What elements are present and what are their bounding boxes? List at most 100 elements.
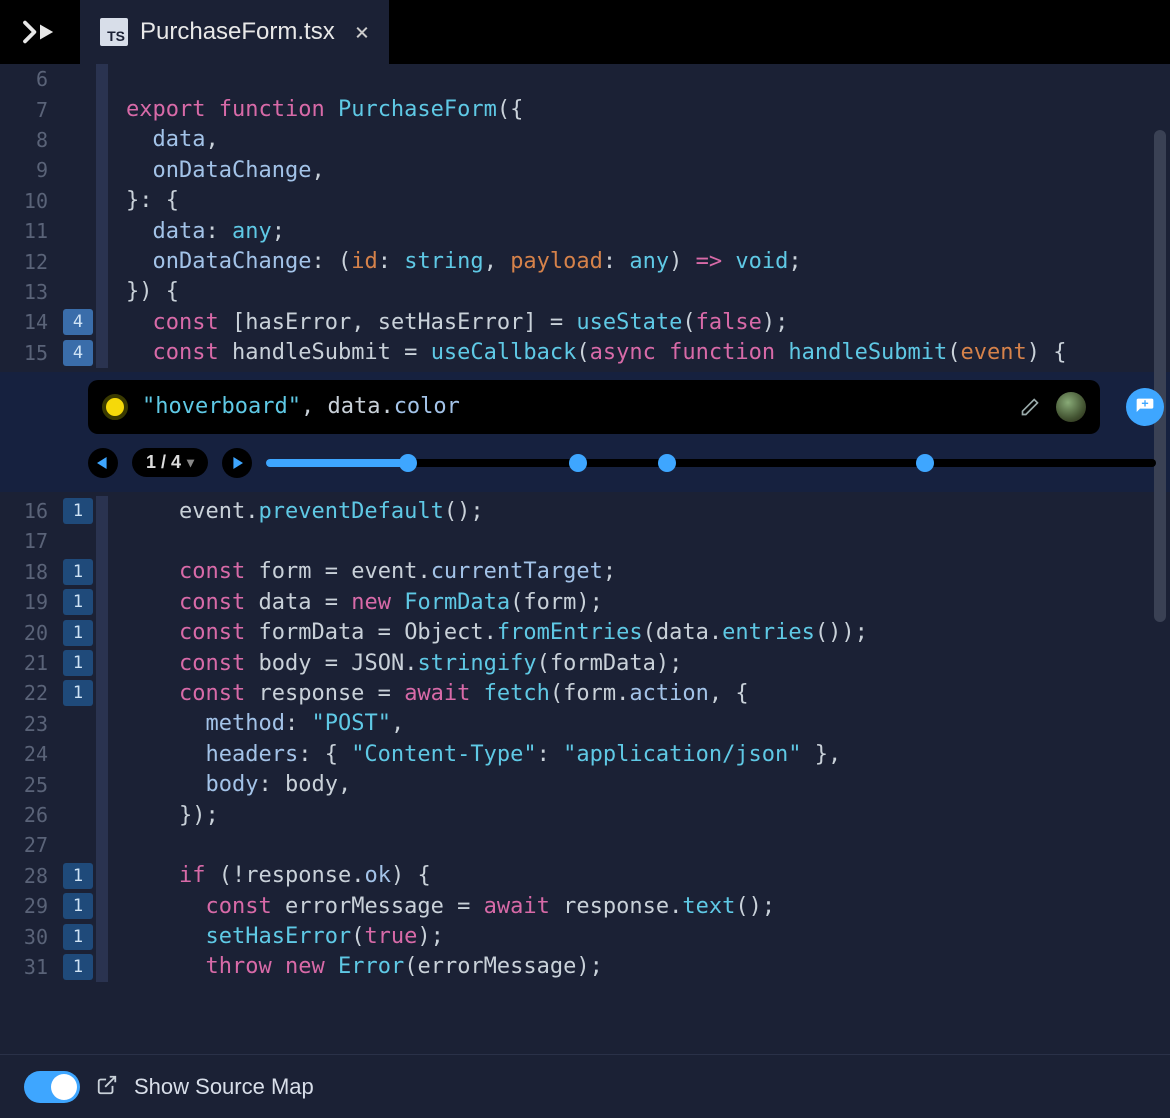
gutter-strip (96, 587, 108, 617)
hit-count-badge[interactable]: 1 (63, 863, 93, 889)
code-line[interactable]: 154 const handleSubmit = useCallback(asy… (0, 338, 1170, 368)
timeline-marker[interactable] (399, 454, 417, 472)
code-line[interactable]: 24 headers: { "Content-Type": "applicati… (0, 739, 1170, 769)
code-line[interactable]: 281 if (!response.ok) { (0, 861, 1170, 891)
hit-count-column: 4 (60, 307, 96, 337)
code-content: setHasError(true); (108, 924, 444, 949)
print-statement-bar[interactable]: "hoverboard", data.color (88, 380, 1100, 434)
code-content: const formData = Object.fromEntries(data… (108, 620, 868, 645)
code-line[interactable]: 201 const formData = Object.fromEntries(… (0, 617, 1170, 647)
code-line[interactable]: 191 const data = new FormData(form); (0, 587, 1170, 617)
code-line[interactable]: 17 (0, 526, 1170, 556)
user-avatar[interactable] (1056, 392, 1086, 422)
code-content: onDataChange, (108, 158, 325, 183)
code-line[interactable]: 144 const [hasError, setHasError] = useS… (0, 307, 1170, 337)
hit-count-column (60, 830, 96, 860)
code-line[interactable]: 23 method: "POST", (0, 709, 1170, 739)
code-content: const body = JSON.stringify(formData); (108, 651, 682, 676)
edit-icon[interactable] (1018, 395, 1042, 419)
code-line[interactable]: 7export function PurchaseForm({ (0, 94, 1170, 124)
line-number: 8 (0, 128, 60, 152)
source-map-toggle[interactable] (24, 1071, 80, 1103)
code-line[interactable]: 11 data: any; (0, 216, 1170, 246)
hit-count-badge[interactable]: 1 (63, 954, 93, 980)
code-line[interactable]: 211 const body = JSON.stringify(formData… (0, 648, 1170, 678)
line-number: 17 (0, 529, 60, 553)
hit-count-badge[interactable]: 1 (63, 589, 93, 615)
line-number: 6 (0, 67, 60, 91)
gutter-strip (96, 891, 108, 921)
hit-count-badge[interactable]: 1 (63, 620, 93, 646)
hit-count-column (60, 155, 96, 185)
code-content: }) { (108, 279, 179, 304)
timeline-marker[interactable] (658, 454, 676, 472)
hit-counter[interactable]: 1 / 4 ▾ (132, 448, 208, 477)
gutter-strip (96, 277, 108, 307)
code-line[interactable]: 26 }); (0, 800, 1170, 830)
close-icon[interactable]: × (347, 18, 369, 46)
hit-count-column (60, 769, 96, 799)
gutter-strip (96, 678, 108, 708)
gutter-strip (96, 861, 108, 891)
gutter-strip (96, 64, 108, 94)
code-line[interactable]: 13}) { (0, 277, 1170, 307)
prev-hit-button[interactable] (88, 448, 118, 478)
code-content: if (!response.ok) { (108, 863, 431, 888)
code-editor[interactable]: 67export function PurchaseForm({8 data,9… (0, 64, 1170, 1054)
code-content: export function PurchaseForm({ (108, 97, 523, 122)
hit-count-column: 1 (60, 648, 96, 678)
code-line[interactable]: 9 onDataChange, (0, 155, 1170, 185)
hit-count-badge[interactable]: 1 (63, 650, 93, 676)
code-line[interactable]: 27 (0, 830, 1170, 860)
code-content: method: "POST", (108, 711, 404, 736)
code-line[interactable]: 301 setHasError(true); (0, 921, 1170, 951)
hit-count-badge[interactable]: 1 (63, 924, 93, 950)
timeline-track[interactable] (266, 459, 1156, 467)
svg-text:+: + (1141, 397, 1148, 410)
hit-count-badge[interactable]: 1 (63, 559, 93, 585)
hit-count-column (60, 186, 96, 216)
hit-count-badge[interactable]: 1 (63, 498, 93, 524)
next-hit-button[interactable] (222, 448, 252, 478)
typescript-icon: TS (100, 18, 128, 46)
gutter-strip (96, 186, 108, 216)
add-comment-button[interactable]: + (1126, 388, 1164, 426)
code-line[interactable]: 6 (0, 64, 1170, 94)
gutter-strip (96, 921, 108, 951)
gutter-strip (96, 526, 108, 556)
gutter-strip (96, 125, 108, 155)
hit-count-column: 1 (60, 952, 96, 982)
gutter-strip (96, 648, 108, 678)
code-line[interactable]: 10}: { (0, 186, 1170, 216)
hit-count-column: 1 (60, 678, 96, 708)
timeline-marker[interactable] (916, 454, 934, 472)
code-content: event.preventDefault(); (108, 499, 484, 524)
code-line[interactable]: 221 const response = await fetch(form.ac… (0, 678, 1170, 708)
code-line[interactable]: 181 const form = event.currentTarget; (0, 557, 1170, 587)
code-content: data, (108, 127, 219, 152)
code-line[interactable]: 12 onDataChange: (id: string, payload: a… (0, 246, 1170, 276)
external-link-icon[interactable] (96, 1074, 118, 1100)
hit-count-column (60, 64, 96, 94)
code-line[interactable]: 25 body: body, (0, 769, 1170, 799)
hit-count-badge[interactable]: 1 (63, 680, 93, 706)
code-line[interactable]: 8 data, (0, 125, 1170, 155)
gutter-strip (96, 830, 108, 860)
code-line[interactable]: 161 event.preventDefault(); (0, 496, 1170, 526)
timeline-marker[interactable] (569, 454, 587, 472)
hit-count-badge[interactable]: 4 (63, 340, 93, 366)
gutter-strip (96, 94, 108, 124)
app-logo[interactable] (0, 17, 80, 47)
hit-count-column (60, 94, 96, 124)
hit-count-badge[interactable]: 1 (63, 893, 93, 919)
scrollbar-thumb[interactable] (1154, 130, 1166, 622)
code-line[interactable]: 291 const errorMessage = await response.… (0, 891, 1170, 921)
gutter-strip (96, 246, 108, 276)
print-expression: "hoverboard", data.color (142, 394, 1004, 419)
hit-count-column (60, 277, 96, 307)
hit-count-badge[interactable]: 4 (63, 309, 93, 335)
code-line[interactable]: 311 throw new Error(errorMessage); (0, 952, 1170, 982)
tab-purchaseform[interactable]: TS PurchaseForm.tsx × (80, 0, 389, 64)
line-number: 9 (0, 158, 60, 182)
hit-count-column: 1 (60, 861, 96, 891)
